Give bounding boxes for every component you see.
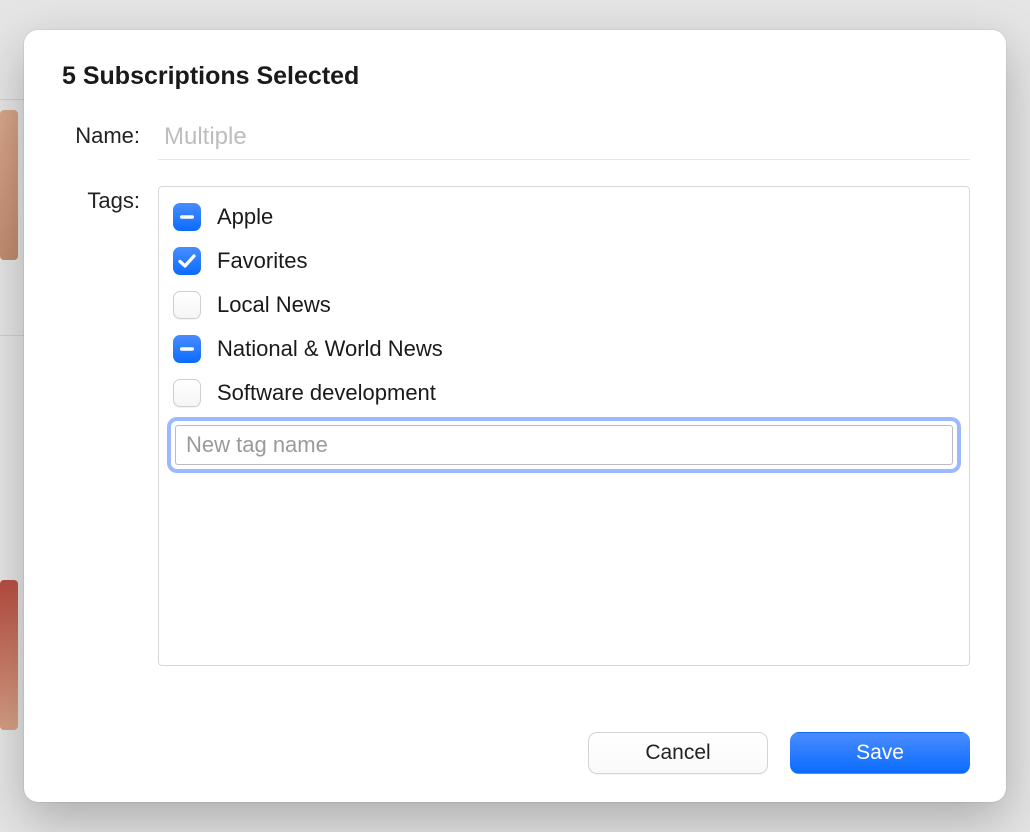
name-input[interactable] <box>158 121 970 160</box>
tag-item-software-development[interactable]: Software development <box>169 371 959 415</box>
sheet-title: 5 Subscriptions Selected <box>60 62 970 91</box>
tag-label: Software development <box>217 380 436 406</box>
bg-thumbnail <box>0 110 18 260</box>
name-row: Name: <box>60 121 970 160</box>
tags-label: Tags: <box>60 186 140 214</box>
minus-icon[interactable] <box>173 335 201 363</box>
checkbox-empty-icon[interactable] <box>173 291 201 319</box>
tag-label: Local News <box>217 292 331 318</box>
new-tag-focus-ring <box>171 421 957 469</box>
checkbox-empty-icon[interactable] <box>173 379 201 407</box>
new-tag-input[interactable] <box>175 425 953 465</box>
tag-item-national-world-news[interactable]: National & World News <box>169 327 959 371</box>
bg-thumbnail <box>0 580 18 730</box>
tag-item-favorites[interactable]: Favorites <box>169 239 959 283</box>
name-label: Name: <box>60 121 140 149</box>
cancel-button[interactable]: Cancel <box>588 732 768 774</box>
form-area: Name: Tags: Apple Favorites <box>60 121 970 704</box>
tag-label: National & World News <box>217 336 443 362</box>
tag-label: Apple <box>217 204 273 230</box>
tag-label: Favorites <box>217 248 307 274</box>
button-row: Cancel Save <box>60 732 970 774</box>
tags-box: Apple Favorites Local News Natio <box>158 186 970 666</box>
tag-item-local-news[interactable]: Local News <box>169 283 959 327</box>
tags-row: Tags: Apple Favorites Local News <box>60 186 970 704</box>
edit-subscriptions-sheet: 5 Subscriptions Selected Name: Tags: App… <box>24 30 1006 802</box>
name-input-wrap <box>158 121 970 160</box>
save-button[interactable]: Save <box>790 732 970 774</box>
check-icon[interactable] <box>173 247 201 275</box>
tag-item-apple[interactable]: Apple <box>169 195 959 239</box>
minus-icon[interactable] <box>173 203 201 231</box>
